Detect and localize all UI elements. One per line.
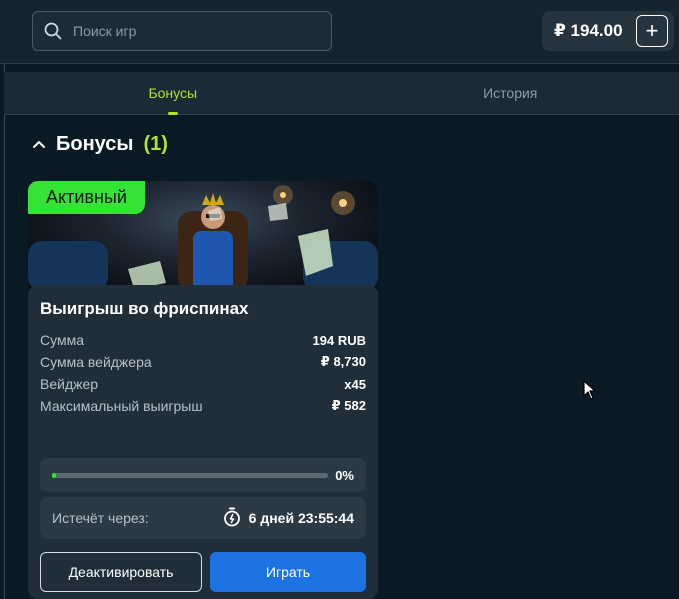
- expiry-time: 6 дней 23:55:44: [223, 507, 354, 530]
- mouse-cursor-icon: [583, 380, 597, 405]
- tab-bonuses[interactable]: Бонусы: [4, 72, 342, 115]
- wager-progress: 0%: [40, 458, 366, 492]
- tab-history[interactable]: История: [342, 72, 679, 114]
- deactivate-button[interactable]: Деактивировать: [40, 552, 202, 592]
- detail-value: ₽ 8,730: [320, 354, 366, 369]
- detail-value: 194 RUB: [312, 332, 366, 348]
- search-box[interactable]: [32, 11, 332, 51]
- search-input[interactable]: [73, 23, 313, 39]
- expiry-panel: Истечёт через: 6 дней 23:55:44: [40, 497, 366, 539]
- search-icon: [33, 22, 73, 40]
- section-title: Бонусы: [56, 132, 134, 155]
- detail-label: Сумма: [40, 332, 84, 348]
- expiry-countdown: 6 дней 23:55:44: [248, 510, 354, 526]
- detail-row-amount: Сумма 194 RUB: [40, 329, 366, 351]
- detail-value: x45: [344, 376, 366, 392]
- detail-value: ₽ 582: [331, 398, 366, 413]
- bonuses-section-header[interactable]: Бонусы (1): [32, 131, 168, 157]
- chevron-up-icon[interactable]: [32, 140, 46, 148]
- content-divider: [4, 64, 5, 599]
- detail-row-max-win: Максимальный выигрыш ₽ 582: [40, 395, 366, 417]
- balance-amount: ₽ 194.00: [554, 21, 623, 40]
- detail-row-wager: Вейджер x45: [40, 373, 366, 395]
- balance-widget: ₽ 194.00 +: [542, 11, 674, 51]
- bonus-title: Выигрыш во фриспинах: [40, 299, 249, 318]
- section-count: (1): [143, 132, 168, 155]
- detail-label: Максимальный выигрыш: [40, 398, 203, 414]
- detail-label: Сумма вейджера: [40, 354, 152, 370]
- top-bar: ₽ 194.00 +: [0, 0, 679, 64]
- bonus-details: Сумма 194 RUB Сумма вейджера ₽ 8,730 Вей…: [40, 329, 366, 417]
- status-badge: Активный: [28, 181, 145, 214]
- add-funds-button[interactable]: +: [636, 15, 668, 47]
- detail-label: Вейджер: [40, 376, 99, 392]
- tab-bar: Бонусы История: [4, 72, 679, 115]
- timer-icon: [223, 507, 241, 530]
- expiry-label: Истечёт через:: [52, 510, 149, 526]
- progress-percent: 0%: [335, 467, 354, 483]
- detail-row-wager-amount: Сумма вейджера ₽ 8,730: [40, 351, 366, 373]
- progress-track: [52, 472, 328, 478]
- bonus-card: Активный Выигрыш во фриспинах Сумма 194 …: [28, 181, 378, 599]
- play-button[interactable]: Играть: [210, 552, 366, 592]
- progress-fill: [52, 472, 56, 478]
- bonus-card-body: Выигрыш во фриспинах Сумма 194 RUB Сумма…: [28, 285, 378, 599]
